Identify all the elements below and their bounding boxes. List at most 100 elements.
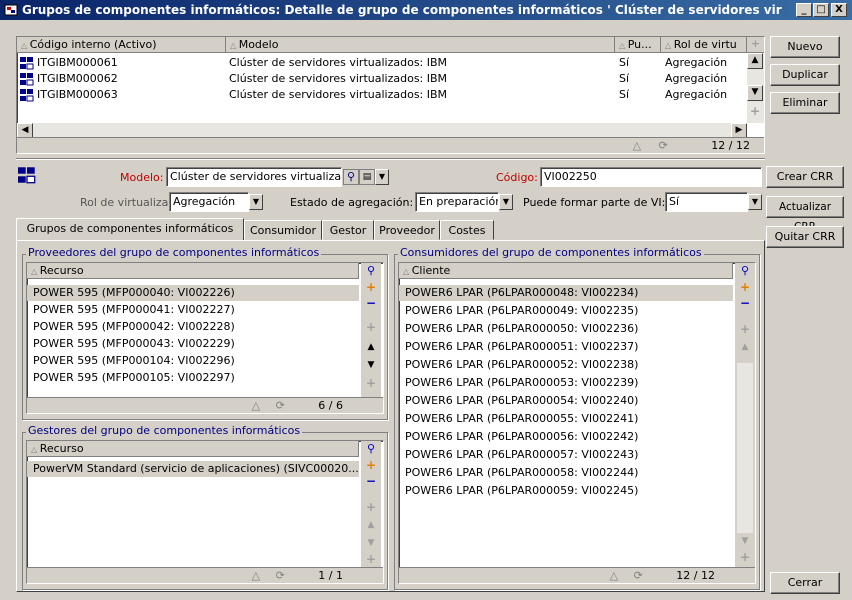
column-header-resource[interactable]: Recurso	[27, 441, 359, 457]
refresh-icon[interactable]: ⟳	[634, 569, 643, 582]
tab-it-groups[interactable]: Grupos de componentes informáticos	[16, 218, 244, 240]
duplicate-button[interactable]: Duplicar	[770, 64, 840, 86]
list-item[interactable]: POWER6 LPAR (P6LPAR000056: VI002242)	[399, 429, 733, 445]
row-pu: Sí	[619, 72, 630, 85]
search-icon[interactable]: ⚲	[363, 442, 379, 456]
list-item[interactable]: POWER 595 (MFP000104: VI002296)	[27, 353, 359, 369]
list-item[interactable]: POWER6 LPAR (P6LPAR000054: VI002240)	[399, 393, 733, 409]
consumers-count: 12 / 12	[676, 569, 715, 582]
list-item[interactable]: POWER6 LPAR (P6LPAR000048: VI002234)	[399, 285, 733, 301]
new-button[interactable]: Nuevo	[770, 36, 840, 58]
row-model: Clúster de servidores virtualizados: IBM	[229, 88, 448, 101]
add-column-icon[interactable]: +	[747, 37, 764, 53]
close-dialog-button[interactable]: Cerrar	[770, 572, 840, 594]
records-list[interactable]: Código interno (Activo) Modelo Pu... Rol…	[16, 36, 765, 154]
column-header-model[interactable]: Modelo	[226, 37, 615, 53]
list-item[interactable]: POWER6 LPAR (P6LPAR000050: VI002236)	[399, 321, 733, 337]
row-rol: Agregación	[665, 72, 728, 85]
tab-manager[interactable]: Gestor	[322, 220, 374, 240]
delete-button[interactable]: Eliminar	[770, 92, 840, 114]
column-header-client[interactable]: Cliente	[399, 263, 733, 279]
add-disabled-icon: +	[365, 376, 377, 390]
tab-consumer[interactable]: Consumidor	[244, 220, 322, 240]
table-row[interactable]: ITGIBM000061 Clúster de servidores virtu…	[17, 55, 747, 71]
add-icon[interactable]: +	[363, 281, 379, 295]
update-crr-button[interactable]: Actualizar CRR	[766, 196, 844, 233]
it-group-icon	[20, 73, 34, 86]
column-header-resource[interactable]: Recurso	[27, 263, 359, 279]
create-crr-button[interactable]: Crear CRR	[766, 166, 844, 188]
column-header-code[interactable]: Código interno (Activo)	[17, 37, 226, 53]
search-icon[interactable]: ⚲	[363, 264, 379, 278]
providers-count: 6 / 6	[318, 399, 343, 412]
minimize-button[interactable]: _	[796, 3, 812, 17]
chevron-down-icon[interactable]: ▼	[249, 194, 263, 210]
add-disabled-icon: +	[365, 552, 377, 566]
code-field[interactable]: VI002250	[540, 167, 762, 187]
move-down-icon[interactable]: ▼	[363, 359, 379, 373]
search-icon[interactable]: ⚲	[343, 169, 359, 185]
list-item[interactable]: PowerVM Standard (servicio de aplicacion…	[27, 461, 359, 477]
chevron-down-icon[interactable]: ▼	[499, 194, 513, 210]
list-item[interactable]: POWER6 LPAR (P6LPAR000053: VI002239)	[399, 375, 733, 391]
refresh-icon[interactable]: ⟳	[276, 399, 285, 412]
tab-strip: Grupos de componentes informáticos Consu…	[16, 218, 765, 240]
list-item[interactable]: POWER6 LPAR (P6LPAR000052: VI002238)	[399, 357, 733, 373]
add-icon[interactable]: +	[737, 281, 753, 295]
list-item[interactable]: POWER6 LPAR (P6LPAR000058: VI002244)	[399, 465, 733, 481]
list-item[interactable]: POWER 595 (MFP000105: VI002297)	[27, 370, 359, 386]
providers-list[interactable]: Recurso ⚲ + − + ▲ ▼ + POWER 595 (MFP0000…	[26, 262, 384, 414]
list-item[interactable]: POWER 595 (MFP000042: VI002228)	[27, 319, 359, 335]
splitter[interactable]	[16, 158, 765, 160]
remove-icon[interactable]: −	[363, 475, 379, 489]
it-group-icon	[18, 167, 36, 184]
move-up-icon[interactable]: ▲	[363, 341, 379, 355]
table-row[interactable]: ITGIBM000063 Clúster de servidores virtu…	[17, 87, 747, 103]
chevron-down-icon[interactable]: ▼	[375, 169, 389, 185]
managers-title: Gestores del grupo de componentes inform…	[26, 424, 303, 437]
maximize-button[interactable]: □	[813, 3, 829, 17]
close-button[interactable]: X	[831, 3, 847, 17]
model-field[interactable]: Clúster de servidores virtualiza	[166, 167, 342, 187]
list-item[interactable]: POWER6 LPAR (P6LPAR000055: VI002241)	[399, 411, 733, 427]
can-be-part-select[interactable]: Sí	[665, 192, 748, 212]
remove-crr-button[interactable]: Quitar CRR	[766, 226, 844, 248]
tab-costs[interactable]: Costes	[440, 220, 494, 240]
scrollbar-track[interactable]	[737, 363, 753, 533]
window-title: Grupos de componentes informáticos: Deta…	[22, 3, 782, 17]
consumers-list[interactable]: Cliente ⚲ + − + ▲ ▼ + POWER6 LPAR (P6LPA…	[398, 262, 756, 584]
vertical-scrollbar[interactable]: ▲ ▼ +	[747, 53, 764, 123]
list-item[interactable]: POWER6 LPAR (P6LPAR000057: VI002243)	[399, 447, 733, 463]
scroll-up-icon[interactable]: ▲	[747, 53, 763, 69]
list-item[interactable]: POWER 595 (MFP000040: VI002226)	[27, 285, 359, 301]
refresh-icon[interactable]: ⟳	[276, 569, 285, 582]
column-header-pu[interactable]: Pu...	[615, 37, 661, 53]
chevron-down-icon[interactable]: ▼	[748, 194, 762, 210]
list-item[interactable]: POWER 595 (MFP000041: VI002227)	[27, 302, 359, 318]
move-up-icon: ▲	[367, 520, 375, 530]
model-label: Modelo:	[120, 171, 164, 184]
list-item[interactable]: POWER 595 (MFP000043: VI002229)	[27, 336, 359, 352]
virtualization-role-select[interactable]: Agregación	[169, 192, 249, 212]
aggregation-state-select[interactable]: En preparación	[415, 192, 499, 212]
search-icon[interactable]: ⚲	[737, 264, 753, 278]
it-group-icon	[20, 89, 34, 102]
move-up-icon: ▲	[741, 342, 749, 352]
list-item[interactable]: POWER6 LPAR (P6LPAR000059: VI002245)	[399, 483, 733, 499]
scroll-down-icon[interactable]: ▼	[747, 85, 763, 101]
remove-icon[interactable]: −	[363, 297, 379, 311]
table-row[interactable]: ITGIBM000062 Clúster de servidores virtu…	[17, 71, 747, 87]
refresh-icon[interactable]: ⟳	[659, 139, 668, 152]
aggregation-state-label: Estado de agregación:	[290, 196, 414, 209]
list-item[interactable]: POWER6 LPAR (P6LPAR000051: VI002237)	[399, 339, 733, 355]
list-item[interactable]: POWER6 LPAR (P6LPAR000049: VI002235)	[399, 303, 733, 319]
add-disabled-icon: +	[739, 550, 751, 564]
tab-provider[interactable]: Proveedor	[374, 220, 440, 240]
remove-icon[interactable]: −	[737, 297, 753, 311]
column-header-rol[interactable]: Rol de virtu	[661, 37, 747, 53]
managers-list[interactable]: Recurso ⚲ + − + ▲ ▼ + PowerVM Standard (…	[26, 440, 384, 584]
sort-indicator-icon: △	[251, 569, 261, 582]
sort-indicator-icon: △	[609, 569, 619, 582]
add-icon[interactable]: +	[363, 459, 379, 473]
detail-icon[interactable]: ▤	[359, 169, 375, 185]
